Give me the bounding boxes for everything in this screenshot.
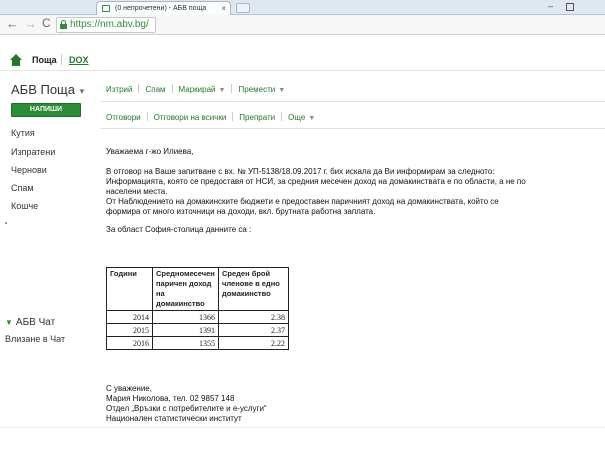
column-header: Средномесечен паричен доход на домакинст…	[152, 267, 219, 311]
table-cell: 2.22	[218, 336, 289, 350]
triangle-down-icon: ▼	[5, 318, 13, 327]
chat-section-title[interactable]: ▼ АБВ Чат	[5, 317, 55, 328]
back-arrow-icon[interactable]: ←	[6, 16, 19, 31]
reply-button[interactable]: Отговори	[106, 113, 141, 122]
table-cell: 1355	[152, 336, 219, 350]
signature-block: С уважение, Мария Николова, тел. 02 9857…	[106, 384, 267, 424]
envelope-icon	[102, 5, 110, 12]
data-table: Години Средномесечен паричен доход на до…	[106, 267, 289, 350]
signer-name: Мария Николова, тел. 02 9857 148	[106, 394, 235, 403]
sidebar-item-drafts[interactable]: Чернови	[11, 165, 47, 175]
chat-login-link[interactable]: Влизане в Чат	[5, 334, 65, 344]
column-header: Години	[106, 267, 153, 311]
new-tab-button[interactable]	[236, 3, 250, 13]
app-link-dox[interactable]: DOX	[69, 55, 89, 65]
table-cell: 1366	[152, 310, 219, 324]
footer-divider	[0, 427, 605, 428]
sidebar-marker	[5, 222, 7, 224]
table-header-row: Години Средномесечен паричен доход на до…	[106, 267, 289, 311]
table-row: 2014 1366 2.38	[106, 310, 289, 324]
more-button[interactable]: Още ▼	[288, 113, 315, 122]
header-divider	[61, 54, 62, 65]
chevron-down-icon: ▼	[218, 87, 226, 94]
home-icon[interactable]	[10, 54, 22, 66]
table-cell: 2015	[106, 323, 153, 337]
paragraph-info: Информацията, която се предоставя от НСИ…	[106, 177, 526, 196]
compose-button[interactable]: НАПИШИ	[11, 103, 81, 117]
column-header: Среден брой членове в едно домакинство	[218, 267, 289, 311]
tab-title: (0 непрочетени) - АБВ поща	[115, 5, 207, 12]
paragraph-budgets: От Наблюдението на домакинските бюджети …	[106, 197, 499, 216]
reply-all-button[interactable]: Отговори на всички	[154, 113, 227, 122]
message-actions-top: Изтрий Спам Маркирай ▼ Премести ▼	[106, 84, 285, 94]
app-header: Поща DOX	[0, 52, 605, 70]
header-divider-line	[0, 70, 605, 71]
browser-tab-bar: (0 непрочетени) - АБВ поща × –	[0, 0, 605, 15]
app-link-poshta[interactable]: Поща	[32, 55, 57, 65]
chevron-down-icon: ▼	[77, 87, 86, 96]
spam-button[interactable]: Спам	[145, 85, 165, 94]
table-cell: 2.37	[218, 323, 289, 337]
region-line: За област София-столица данните са :	[106, 225, 252, 234]
institution: Национален статистически институт	[106, 414, 242, 423]
department: Отдел „Връзки с потребителите и е-услуги…	[106, 404, 267, 413]
sidebar-item-sent[interactable]: Изпратени	[11, 147, 55, 157]
browser-toolbar: ← → C https://nm.abv.bg/	[0, 15, 605, 35]
forward-arrow-icon[interactable]: →	[24, 16, 37, 31]
table-cell: 2014	[106, 310, 153, 324]
mark-button[interactable]: Маркирай ▼	[179, 85, 226, 94]
brand-title[interactable]: АБВ Поща ▼	[11, 82, 86, 97]
maximize-button[interactable]	[566, 3, 574, 11]
delete-button[interactable]: Изтрий	[106, 85, 132, 94]
lock-icon	[60, 20, 67, 29]
table-row: 2015 1391 2.37	[106, 323, 289, 337]
minimize-button[interactable]: –	[548, 2, 558, 12]
message-body: Уважаема г-жо Илиева, В отговор на Ваше …	[106, 147, 526, 235]
message-actions-bottom: Отговори Отговори на всички Препрати Още ▼	[106, 112, 315, 122]
action-bar-divider	[100, 128, 605, 129]
action-bar-divider	[100, 101, 605, 102]
chevron-down-icon: ▼	[308, 115, 316, 122]
reload-icon[interactable]: C	[42, 16, 51, 30]
move-button[interactable]: Премести ▼	[238, 85, 285, 94]
forward-button[interactable]: Препрати	[239, 113, 275, 122]
address-bar[interactable]: https://nm.abv.bg/	[56, 17, 156, 33]
table-cell: 2.38	[218, 310, 289, 324]
table-cell: 1391	[152, 323, 219, 337]
chevron-down-icon: ▼	[278, 87, 286, 94]
browser-tab[interactable]: (0 непрочетени) - АБВ поща ×	[96, 1, 231, 15]
url-text: https://nm.abv.bg/	[70, 19, 149, 30]
table-row: 2016 1355 2.22	[106, 336, 289, 350]
table-cell: 2016	[106, 336, 153, 350]
greeting: Уважаема г-жо Илиева,	[106, 147, 194, 156]
tab-close-icon[interactable]: ×	[221, 2, 226, 15]
sidebar-item-trash[interactable]: Кошче	[11, 201, 38, 211]
closing: С уважение,	[106, 384, 152, 393]
paragraph-request: В отговор на Ваше запитване с вх. № УП-5…	[106, 167, 495, 176]
sidebar-item-spam[interactable]: Спам	[11, 183, 34, 193]
sidebar-item-inbox[interactable]: Кутия	[11, 128, 35, 138]
